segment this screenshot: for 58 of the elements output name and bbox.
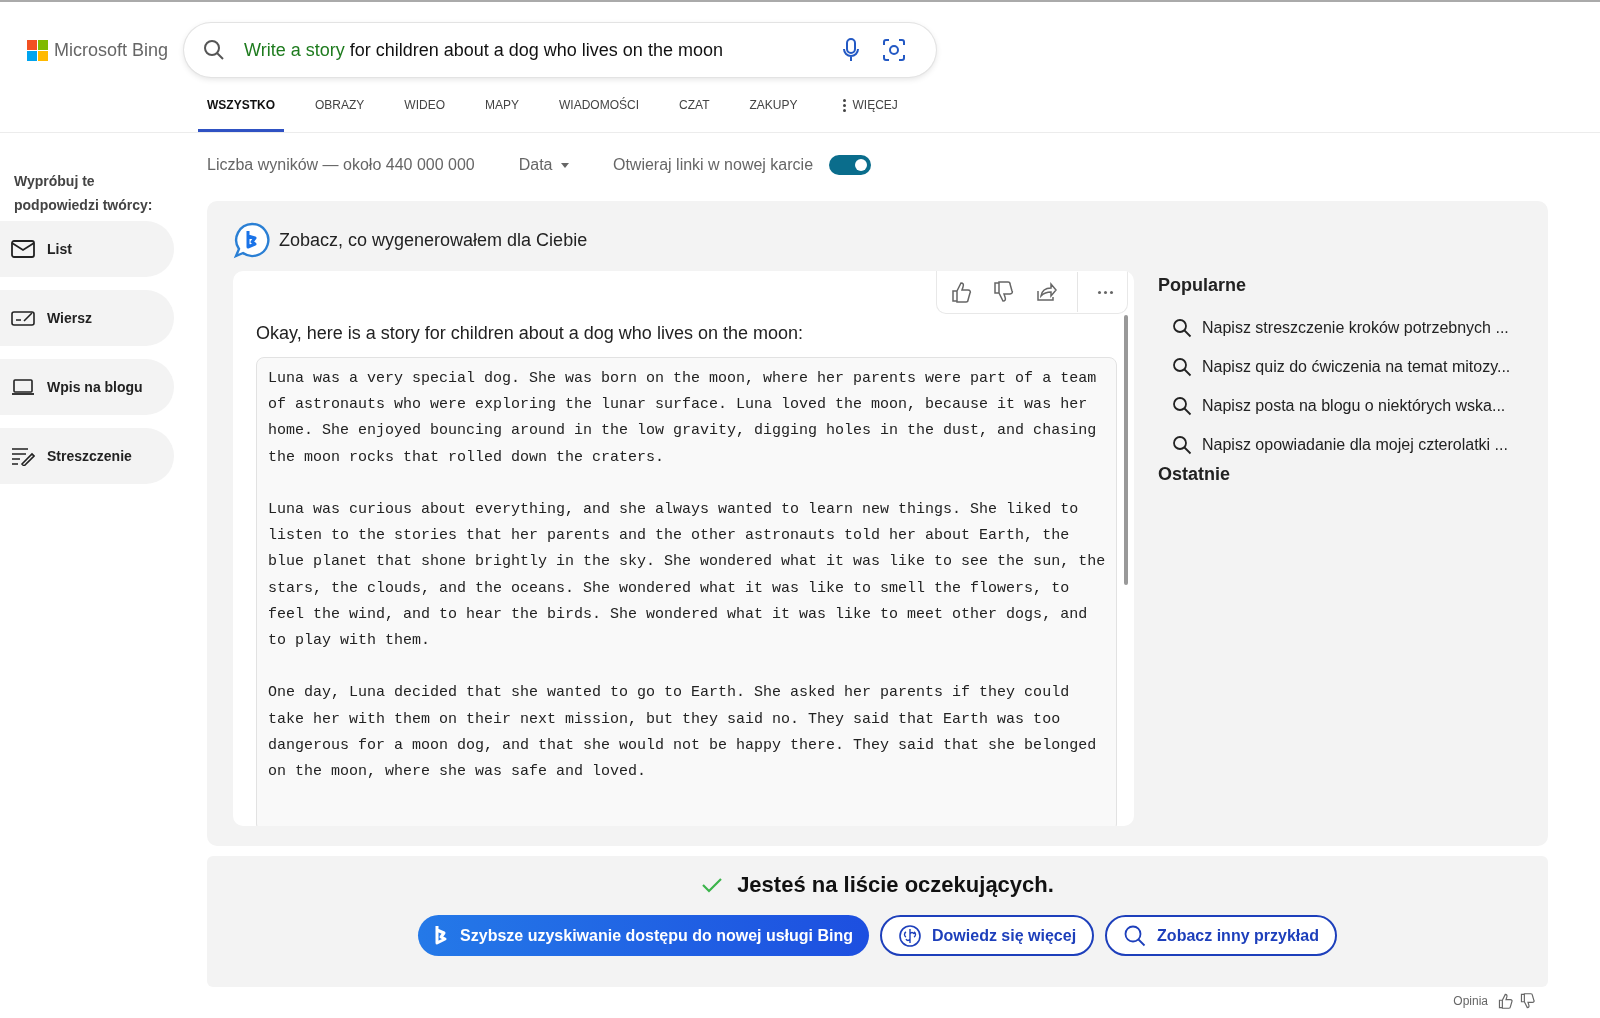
- suggestion-link[interactable]: Napisz streszczenie kroków potrzebnych ...: [1158, 308, 1522, 347]
- nav-tab[interactable]: ZAKUPY: [740, 78, 807, 132]
- nav-tab[interactable]: WIĘCEJ: [843, 78, 907, 132]
- prompt-button[interactable]: Streszczenie: [0, 428, 174, 484]
- search-icon: [1123, 923, 1148, 948]
- logo-icon: [27, 39, 48, 61]
- new-tab-label: Otwieraj linki w nowej karcie: [612, 156, 814, 174]
- search-icon: [1172, 356, 1192, 377]
- prompt-button[interactable]: Wpis na blogu: [0, 359, 174, 415]
- story-paragraph: One day, Luna decided that she wanted to go to Earth. She asked her parents if they could take her with them on their next mission, but they said no. They said that Earth was too dangerous for a moon dog, and that she would not be happy there. They said that she belonged on the moon, where she was safe and loved.: [268, 683, 1098, 782]
- search-icon: [1172, 317, 1192, 338]
- nav-tab[interactable]: MAPY: [476, 78, 529, 132]
- action-button[interactable]: Dowiedz się więcej: [880, 915, 1095, 956]
- suggestion-link[interactable]: Napisz quiz do ćwiczenia na temat mitozy...: [1158, 347, 1522, 386]
- answer-intro: Okay, here is a story for children about a dog who lives on the moon:: [256, 323, 803, 344]
- result-count: Liczba wyników — około 440 000 000: [207, 156, 475, 174]
- section-heading: Ostatnie: [1158, 464, 1232, 485]
- date-filter[interactable]: Data: [518, 156, 569, 174]
- thumbs-up-icon[interactable]: [1498, 993, 1514, 1009]
- story-paragraph: Luna was a very special dog. She was born on the moon, where her parents were part of a team of astronauts who were exploring the lunar surface. Luna loved the moon, because it was her home. She enjoyed bouncing around in the low gravity, digging holes in the dust, and chasing the moon rocks that rolled down the craters.: [268, 369, 1098, 468]
- prompt-button[interactable]: Wiersz: [0, 290, 174, 346]
- more-options-icon[interactable]: [1098, 290, 1113, 294]
- nav-tab[interactable]: WIDEO: [395, 78, 454, 132]
- action-button[interactable]: Szybsze uzyskiwanie dostępu do nowej usługi Bing: [418, 915, 870, 956]
- search-icon: [1172, 434, 1192, 455]
- answer-heading: Zobacz, co wygenerowałem dla Ciebie: [279, 229, 588, 251]
- thumbs-down-icon[interactable]: [1520, 993, 1536, 1009]
- action-button[interactable]: Zobacz inny przykład: [1105, 915, 1337, 956]
- nav-tab[interactable]: CZAT: [670, 78, 719, 132]
- laptop-icon: [11, 378, 35, 396]
- caret-icon[interactable]: [560, 163, 569, 169]
- thumbs-down-icon[interactable]: [993, 281, 1015, 303]
- envelope-icon: [11, 240, 35, 258]
- prompt-button[interactable]: List: [0, 221, 174, 277]
- brain-icon: [898, 923, 923, 948]
- suggestion-link[interactable]: Napisz posta na blogu o niektórych wska...: [1158, 386, 1522, 425]
- waitlist-message: Jesteś na liście oczekujących.: [737, 872, 1054, 898]
- logo-text[interactable]: Microsoft Bing: [54, 39, 169, 61]
- sidebar-title: Wypróbuj te podpowiedzi twórcy:: [13, 172, 154, 215]
- search-field[interactable]: Write a story for children about a dog who lives on the moon: [184, 23, 936, 77]
- camera-search-icon[interactable]: [882, 38, 906, 62]
- feedback-label: Opinia: [1453, 994, 1488, 1008]
- new-tab-toggle[interactable]: [829, 155, 872, 175]
- search-icon[interactable]: [202, 38, 226, 62]
- bing-chat-icon: [233, 221, 271, 259]
- section-heading: Popularne: [1158, 275, 1247, 296]
- suggestion-link[interactable]: Napisz opowiadanie dla mojej czterolatki ...: [1158, 425, 1522, 464]
- search-icon: [1172, 395, 1192, 416]
- nav-tab[interactable]: WIADOMOŚCI: [550, 78, 649, 132]
- microphone-icon[interactable]: [842, 38, 860, 62]
- nav-tab[interactable]: WSZYSTKO: [198, 78, 284, 132]
- checkmark-icon: [701, 876, 724, 894]
- share-icon[interactable]: [1035, 281, 1057, 303]
- lines-pen-icon: [11, 446, 35, 466]
- nav-tab[interactable]: OBRAZY: [306, 78, 374, 132]
- thumbs-up-icon[interactable]: [951, 281, 973, 303]
- story-paragraph: Luna was curious about everything, and she always wanted to learn new things. She liked to listen to the stories that her parents and the other astronauts told her about Earth, the blue planet that shone brightly in the sky. She wondered what it was like to see the sun, the stars, the clouds, and the oceans. She wondered what it was like to smell the flowers, to feel the wind, and to hear the birds. She wondered what it was like to meet other dogs, and to play with them.: [268, 500, 1106, 651]
- pen-card-icon: [11, 309, 35, 327]
